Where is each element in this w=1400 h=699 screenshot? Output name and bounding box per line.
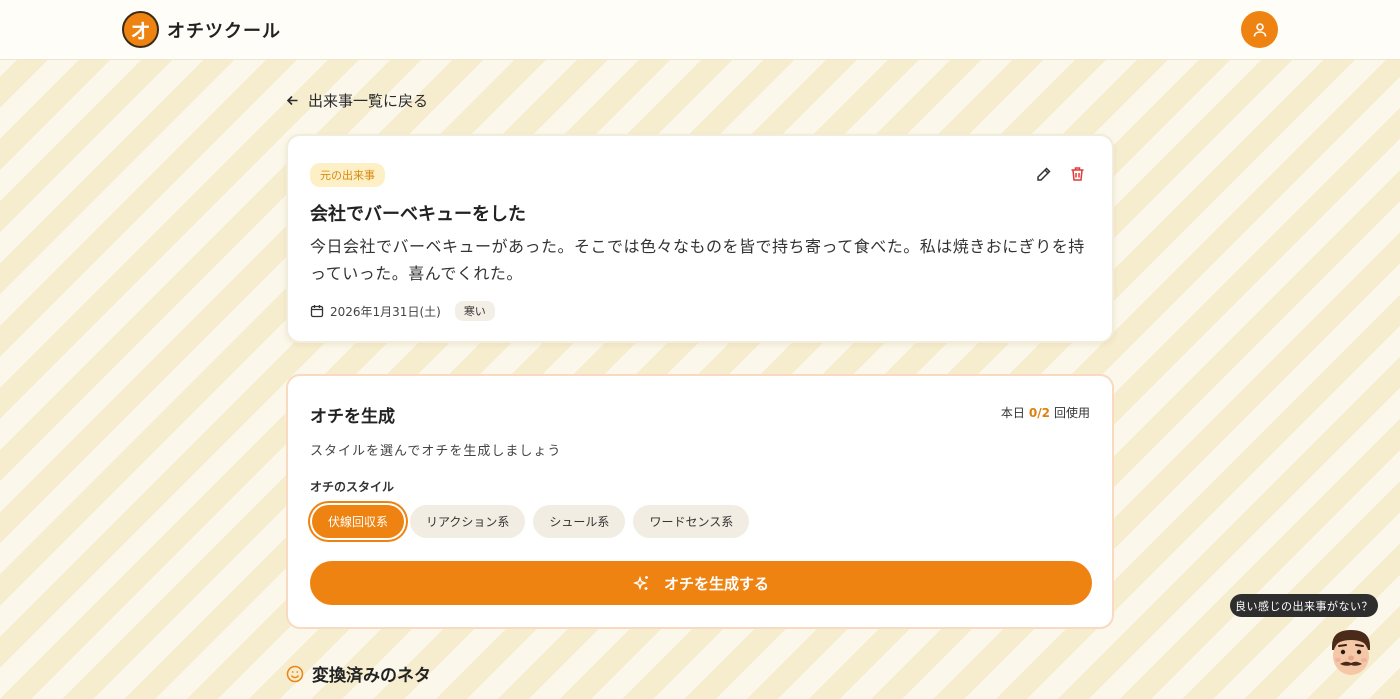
- helper-tooltip: 良い感じの出来事がない？: [1230, 594, 1378, 617]
- app-name: オチツクール: [167, 20, 281, 42]
- mascot-character-icon[interactable]: [1326, 624, 1376, 678]
- style-label: オチのスタイル: [310, 480, 395, 494]
- usage-count: 0/2: [1028, 405, 1050, 420]
- user-menu-button[interactable]: [1241, 11, 1278, 48]
- sparkles-icon: [632, 575, 650, 592]
- event-description: 今日会社でバーベキューがあった。そこでは色々なものを皆で持ち寄って食べた。私は焼…: [310, 237, 1085, 283]
- style-chip-foreshadowing[interactable]: 伏線回収系: [312, 505, 405, 538]
- style-chip-wordplay[interactable]: ワードセンス系: [633, 505, 750, 538]
- generate-punchline-button[interactable]: オチを生成する: [310, 561, 1092, 605]
- back-link-label: 出来事一覧に戻る: [308, 92, 429, 110]
- back-to-list-link[interactable]: 出来事一覧に戻る: [286, 90, 428, 111]
- generate-button-label: オチを生成する: [663, 574, 769, 593]
- converted-title: 変換済みのネタ: [312, 666, 431, 686]
- generator-title: オチを生成: [310, 407, 395, 427]
- app-logo[interactable]: オ オチツクール: [122, 11, 281, 48]
- delete-button[interactable]: [1067, 164, 1087, 184]
- calendar-icon: [310, 304, 324, 318]
- weather-tag: 寒い: [454, 301, 495, 321]
- arrow-left-icon: [286, 94, 299, 107]
- punchline-generator-card: オチを生成 本日 0/2 回使用 スタイルを選んでオチを生成しましょう オチのス…: [286, 374, 1114, 629]
- usage-prefix: 本日: [1000, 406, 1025, 420]
- style-chip-surreal[interactable]: シュール系: [533, 505, 626, 538]
- usage-counter: 本日 0/2 回使用: [1001, 404, 1090, 421]
- pencil-icon: [1037, 167, 1051, 181]
- style-chip-reaction[interactable]: リアクション系: [410, 505, 526, 538]
- edit-button[interactable]: [1034, 164, 1054, 184]
- generator-subtitle: スタイルを選んでオチを生成しましょう: [310, 444, 562, 459]
- event-meta: 2026年1月31日(土) 寒い: [310, 301, 495, 321]
- trash-icon: [1071, 167, 1083, 181]
- logo-mark-letter: オ: [130, 19, 151, 43]
- app-header: オ オチツクール: [0, 0, 1400, 60]
- usage-suffix: 回使用: [1053, 406, 1090, 420]
- original-event-badge: 元の出来事: [310, 163, 385, 187]
- logo-mark-icon: オ: [122, 11, 159, 48]
- user-icon: [1253, 22, 1266, 37]
- original-event-card: 元の出来事 会社でバーベキューをした 今日会社でバーベキューがあった。そこでは色…: [286, 134, 1114, 343]
- event-date: 2026年1月31日(土): [330, 304, 441, 319]
- converted-section-heading: 変換済みのネタ: [286, 661, 431, 686]
- smile-icon: [286, 665, 304, 683]
- event-title: 会社でバーベキューをした: [310, 204, 526, 225]
- style-chip-group: 伏線回収系 リアクション系 シュール系 ワードセンス系: [310, 505, 757, 538]
